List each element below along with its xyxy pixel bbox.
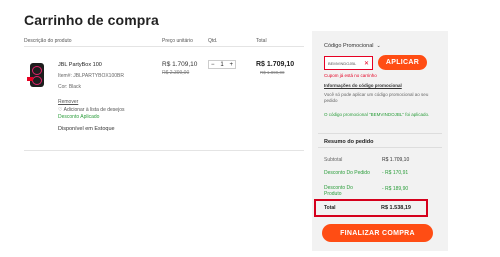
total-label: Total: [324, 205, 336, 211]
apply-button[interactable]: APLICAR: [378, 55, 427, 70]
heart-icon: ♡: [58, 107, 63, 113]
product-discount-value: - R$ 189,90: [382, 186, 409, 192]
total-value: R$ 1.538,19: [381, 205, 411, 211]
promo-description: Você só pode aplicar um código promocion…: [324, 92, 429, 103]
remove-link[interactable]: Remover: [58, 99, 78, 105]
speaker-image: [27, 63, 44, 87]
promo-code-input[interactable]: BEMVINDOJBL ✕: [324, 56, 373, 70]
speaker-ring-top: [32, 66, 42, 75]
order-discount-label: Desconto Do Pedido: [324, 170, 370, 176]
wishlist-label: Adicionar à lista de desejos: [63, 107, 125, 113]
product-color: Cor: Black: [58, 84, 82, 90]
header-total: Total: [256, 38, 267, 44]
product-name[interactable]: JBL PartyBox 100: [58, 62, 102, 68]
line-total: R$ 1.709,10: [256, 61, 295, 68]
summary-divider: [318, 147, 442, 148]
header-description: Descrição do produto: [24, 38, 72, 44]
product-discount-label: Desconto Do Produto: [324, 185, 353, 197]
checkout-button[interactable]: FINALIZAR COMPRA: [322, 224, 433, 242]
promo-info-link[interactable]: Informações do código promocional: [324, 83, 402, 88]
product-image[interactable]: [26, 61, 48, 91]
promo-applied-message: O código promocional "BEMVINDOJBL" foi a…: [324, 112, 430, 117]
subtotal-value: R$ 1.709,10: [382, 157, 410, 163]
speaker-ring-bottom: [32, 76, 42, 85]
chevron-down-icon: ⌄: [376, 43, 381, 49]
unit-price-old: R$ 2.399,00: [162, 70, 190, 76]
header-qty: Qtd.: [208, 38, 218, 44]
product-badge: [27, 77, 33, 81]
quantity-stepper[interactable]: − 1 +: [208, 60, 236, 69]
promo-code-toggle[interactable]: Código Promocional ⌄: [324, 43, 381, 49]
promo-error: Cupom já está no carrinho: [324, 73, 377, 78]
clear-code-icon[interactable]: ✕: [364, 60, 369, 67]
product-sku: Item#: JBLPARTYBOX100BR: [58, 73, 124, 79]
qty-increase-button[interactable]: +: [229, 62, 233, 68]
row-divider: [24, 150, 304, 151]
promo-code-value: BEMVINDOJBL: [328, 60, 357, 66]
qty-decrease-button[interactable]: −: [211, 62, 215, 68]
wishlist-link[interactable]: ♡ Adicionar à lista de desejos: [58, 107, 124, 113]
line-total-old: R$ 1.899,00: [260, 70, 285, 75]
header-unit-price: Preço unitário: [162, 38, 193, 44]
discount-applied-label: Desconto Aplicado: [58, 114, 100, 120]
header-divider: [24, 46, 304, 47]
order-discount-value: - R$ 170,91: [382, 170, 409, 176]
qty-value[interactable]: 1: [220, 62, 223, 68]
promo-divider: [318, 133, 442, 134]
summary-heading: Resumo do pedido: [324, 139, 374, 145]
page-title: Carrinho de compra: [24, 12, 159, 28]
stock-status: Disponível em Estoque: [58, 126, 115, 132]
promo-heading: Código Promocional: [324, 43, 374, 49]
unit-price: R$ 1.709,10: [162, 61, 198, 68]
subtotal-label: Subtotal: [324, 157, 343, 163]
